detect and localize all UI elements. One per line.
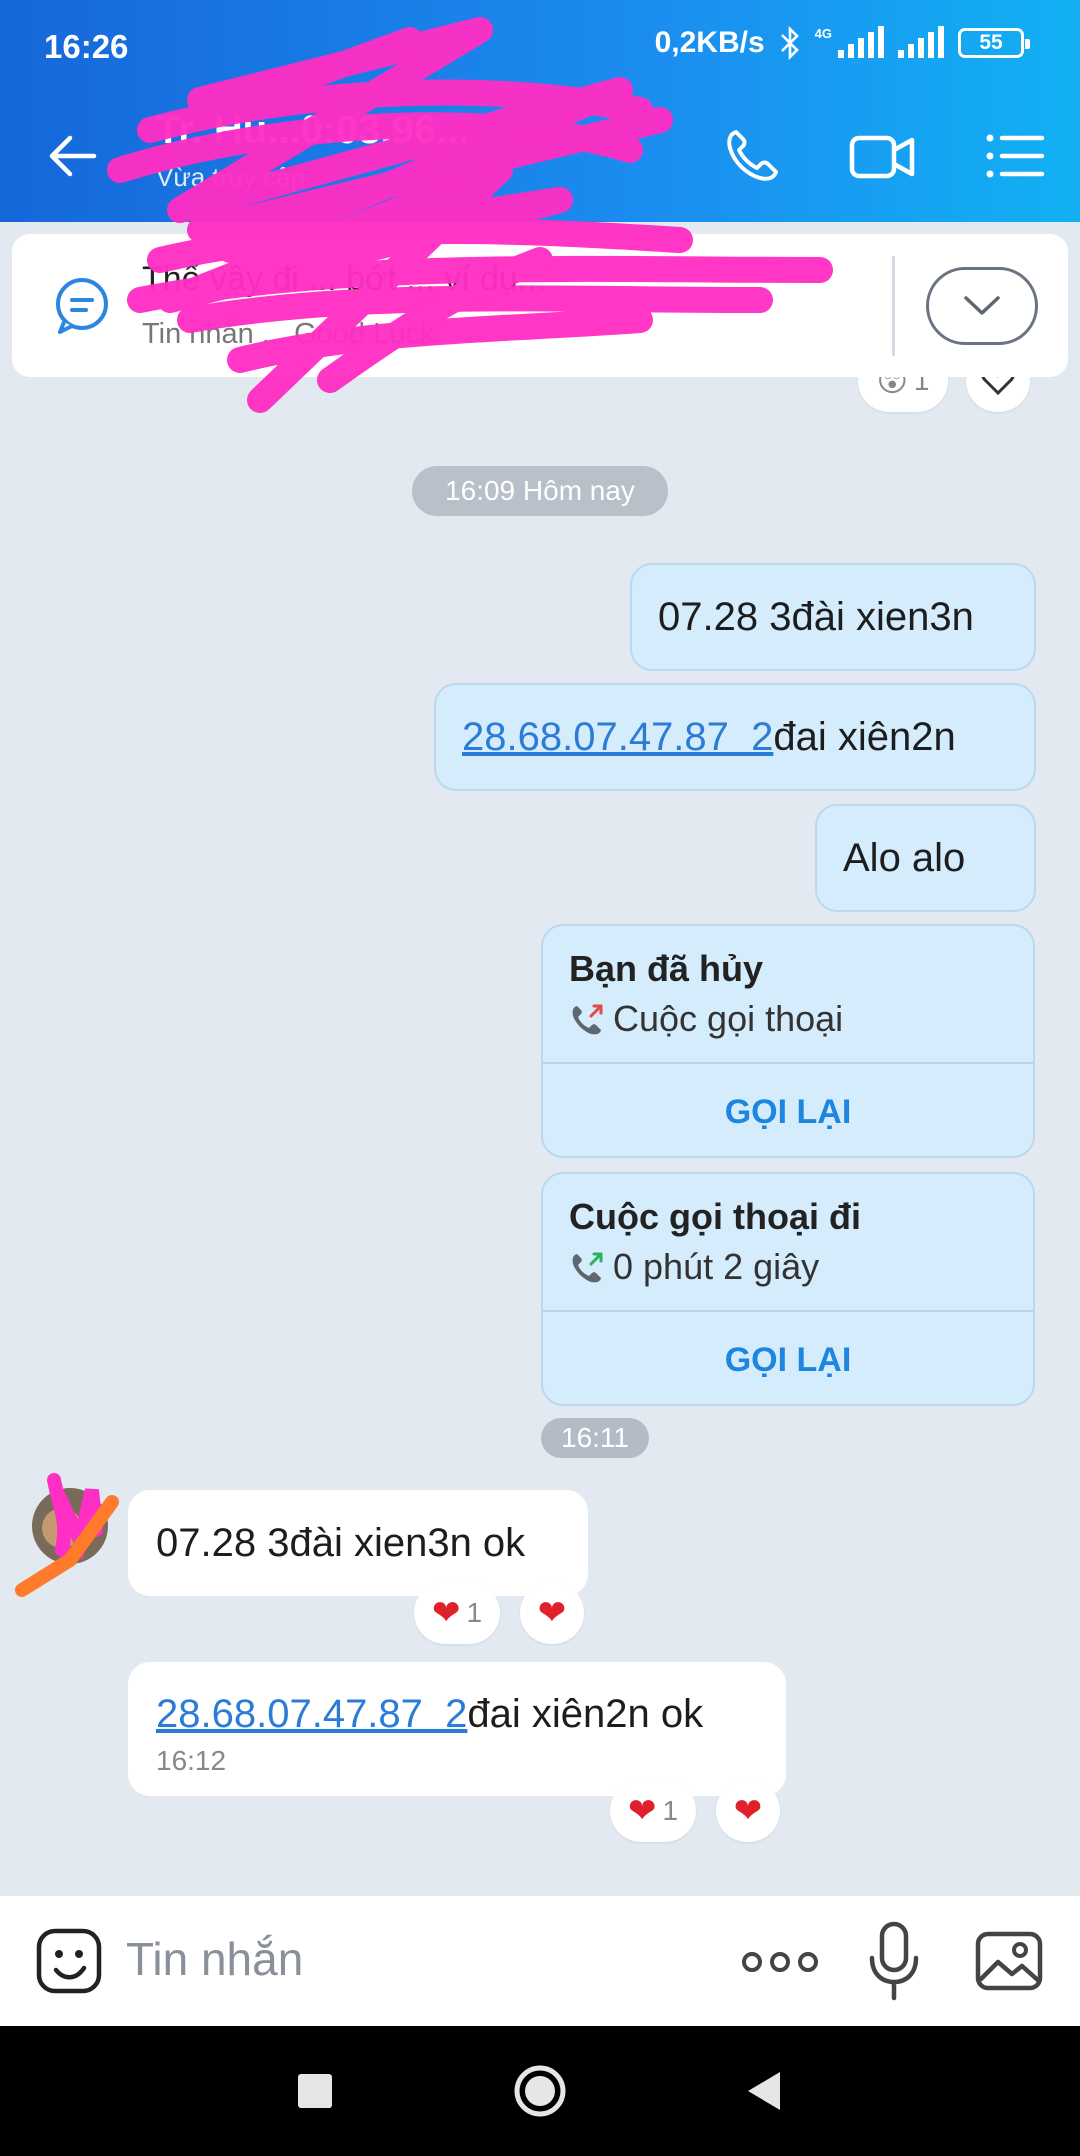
pinned-message-bar[interactable]: Thế vậy đi ... bớt ... ví dụ... Tin nhắn…	[12, 234, 1068, 377]
reaction-count[interactable]: ❤ 1	[610, 1780, 696, 1842]
message-link[interactable]: 28.68.07.47.87 2	[156, 1692, 467, 1736]
message-bubble-out[interactable]: Alo alo	[815, 804, 1036, 912]
call-title: Cuộc gọi thoại đi	[569, 1196, 861, 1237]
heart-icon: ❤	[431, 1594, 461, 1632]
message-input[interactable]	[126, 1932, 686, 1986]
call-back-button[interactable]: GỌI LẠI	[543, 1064, 1033, 1156]
heart-icon: ❤	[733, 1792, 763, 1830]
message-bubble-in[interactable]: 28.68.07.47.87 2đai xiên2n ok 16:12	[128, 1662, 786, 1796]
call-title: Bạn đã hủy	[569, 948, 764, 989]
chat-bubble-icon	[56, 278, 108, 334]
pinned-title: Thế vậy đi ... bớt ... ví dụ...	[142, 260, 547, 298]
message-time: 16:12	[156, 1745, 227, 1776]
home-circle-icon[interactable]	[505, 2056, 575, 2126]
date-chip: 16:09 Hôm nay	[412, 466, 668, 516]
signal-icon-2	[898, 26, 944, 58]
more-options-icon[interactable]	[740, 1942, 820, 1982]
message-text: 07.28 3đài xien3n	[658, 594, 974, 639]
chevron-down-icon	[964, 296, 1000, 315]
status-bar: 16:26 0,2KB/s 4G 55	[0, 0, 1080, 92]
reaction-heart-button[interactable]: ❤	[520, 1582, 584, 1644]
contact-status: Vừa truy cập	[156, 162, 305, 192]
phone-icon[interactable]	[716, 120, 788, 192]
signal-icon	[838, 26, 884, 58]
reaction-heart-button[interactable]: ❤	[716, 1780, 780, 1842]
pinned-divider	[892, 256, 895, 356]
call-card-canceled: Bạn đã hủy Cuộc gọi thoại GỌI LẠI	[541, 924, 1035, 1158]
message-input-bar	[0, 1894, 1080, 2026]
message-text: 07.28 3đài xien3n ok	[156, 1520, 526, 1565]
call-detail: Cuộc gọi thoại	[613, 998, 844, 1039]
status-time: 16:26	[44, 28, 129, 65]
microphone-icon[interactable]	[864, 1920, 924, 2004]
bluetooth-icon	[780, 26, 799, 60]
message-text: Alo alo	[843, 835, 966, 880]
message-link[interactable]: 28.68.07.47.87 2	[462, 715, 773, 760]
status-right: 0,2KB/s 4G 55	[654, 25, 1030, 60]
call-card-outgoing: Cuộc gọi thoại đi 0 phút 2 giây GỌI LẠI	[541, 1172, 1035, 1406]
sticker-emoji-icon[interactable]	[34, 1926, 104, 1996]
message-bubble-out[interactable]: 28.68.07.47.87 2 đai xiên2n	[434, 683, 1036, 791]
message-bubble-out[interactable]: 07.28 3đài xien3n	[630, 563, 1036, 671]
network-type: 4G	[814, 25, 832, 41]
heart-icon: ❤	[627, 1792, 657, 1830]
battery-icon: 55	[958, 28, 1030, 58]
reaction-count[interactable]: ❤ 1	[414, 1582, 500, 1644]
expand-button[interactable]	[926, 267, 1038, 345]
missed-call-icon	[572, 1004, 603, 1035]
system-nav-bar	[0, 2026, 1080, 2156]
menu-list-icon[interactable]	[978, 120, 1050, 192]
top-bar: 16:26 0,2KB/s 4G 55 Tr. Hu...0:03.96... …	[0, 0, 1080, 222]
heart-icon: ❤	[537, 1594, 567, 1632]
pinned-subtitle: Tin nhắn ... Good Luck	[142, 318, 435, 350]
image-icon[interactable]	[974, 1926, 1044, 1996]
chat-header: Tr. Hu...0:03.96... Vừa truy cập	[0, 92, 1080, 222]
outgoing-call-icon	[572, 1252, 603, 1283]
time-chip: 16:11	[541, 1418, 649, 1458]
message-text: đai xiên2n	[773, 714, 956, 759]
recents-square-icon[interactable]	[280, 2056, 350, 2126]
call-detail: 0 phút 2 giây	[613, 1246, 820, 1287]
video-call-icon[interactable]	[846, 120, 918, 192]
message-bubble-in[interactable]: 07.28 3đài xien3n ok	[128, 1490, 588, 1596]
net-speed: 0,2KB/s	[654, 26, 765, 59]
back-arrow-icon[interactable]	[44, 126, 104, 186]
call-back-button[interactable]: GỌI LẠI	[543, 1312, 1033, 1404]
contact-name[interactable]: Tr. Hu...0:03.96...	[156, 108, 469, 153]
back-triangle-icon[interactable]	[730, 2056, 800, 2126]
avatar-scribble	[15, 1473, 119, 1597]
message-text: đai xiên2n ok	[467, 1692, 704, 1736]
